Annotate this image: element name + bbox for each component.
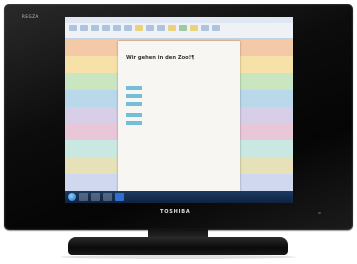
document-row	[126, 113, 234, 121]
television: REGZA Wir gehen in den Zoo!¶ TOSHIBA	[0, 0, 357, 264]
ribbon-tab-bar	[65, 17, 293, 23]
tv-model-label: REGZA	[22, 14, 39, 19]
taskbar	[65, 191, 293, 203]
taskbar-word-icon[interactable]	[115, 193, 124, 201]
stand-base	[68, 237, 288, 255]
underline-icon[interactable]	[124, 25, 132, 31]
document-row	[126, 86, 234, 94]
document-page[interactable]: Wir gehen in den Zoo!¶	[118, 41, 240, 191]
find-icon[interactable]	[201, 25, 209, 31]
cut-icon[interactable]	[80, 25, 88, 31]
ribbon-toolbar	[69, 25, 289, 37]
replace-icon[interactable]	[212, 25, 220, 31]
start-button[interactable]	[68, 193, 76, 201]
document-title: Wir gehen in den Zoo!¶	[126, 55, 195, 61]
row-label-highlight	[126, 86, 142, 90]
font-icon[interactable]	[91, 25, 99, 31]
style-heading-icon[interactable]	[179, 25, 187, 31]
bold-icon[interactable]	[102, 25, 110, 31]
toshiba-logo: TOSHIBA	[160, 209, 191, 215]
taskbar-media-icon[interactable]	[103, 193, 112, 201]
row-label-highlight	[126, 121, 142, 125]
row-label-highlight	[126, 113, 142, 117]
align-icon[interactable]	[146, 25, 154, 31]
tv-screen: Wir gehen in den Zoo!¶	[65, 17, 293, 203]
highlight-icon[interactable]	[135, 25, 143, 31]
document-row	[126, 94, 234, 102]
word-ribbon	[65, 17, 293, 39]
paste-icon[interactable]	[69, 25, 77, 31]
style-title-icon[interactable]	[190, 25, 198, 31]
document-row	[126, 121, 234, 129]
list-icon[interactable]	[157, 25, 165, 31]
taskbar-explorer-icon[interactable]	[91, 193, 100, 201]
document-row	[126, 102, 234, 110]
row-label-highlight	[126, 102, 142, 106]
power-led	[318, 212, 321, 214]
taskbar-ie-icon[interactable]	[79, 193, 88, 201]
italic-icon[interactable]	[113, 25, 121, 31]
stand-shadow	[60, 255, 296, 259]
row-label-highlight	[126, 94, 142, 98]
style-normal-icon[interactable]	[168, 25, 176, 31]
